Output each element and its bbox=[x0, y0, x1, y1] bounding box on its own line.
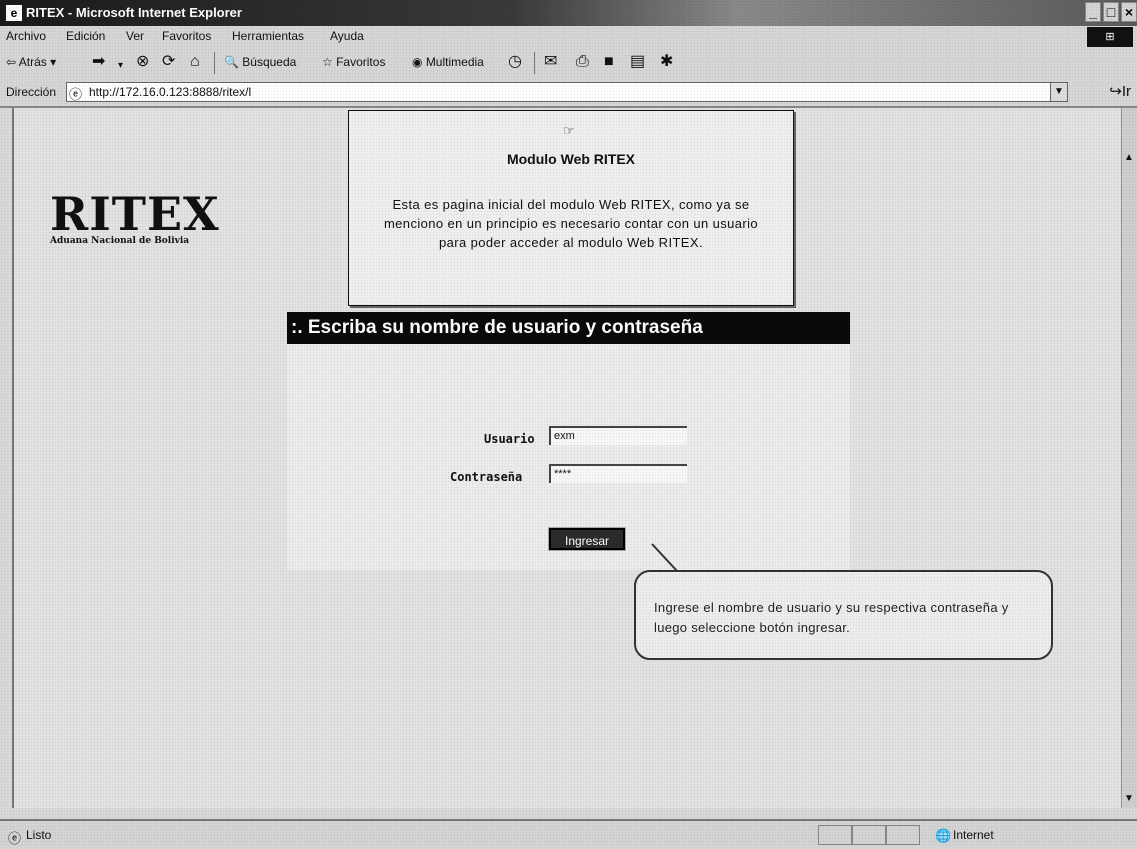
tooltip-title: Modulo Web RITEX bbox=[506, 151, 636, 167]
internet-zone-icon: 🌐 bbox=[935, 828, 952, 843]
toolbar-separator bbox=[214, 52, 215, 74]
messenger-icon[interactable]: ✱ bbox=[660, 53, 673, 71]
password-label: Contraseña bbox=[450, 470, 523, 484]
windows-logo-icon: ⊞ bbox=[1087, 27, 1133, 47]
ie-window-icon[interactable]: e bbox=[6, 5, 22, 21]
login-submit-button[interactable]: Ingresar bbox=[548, 527, 626, 551]
close-button[interactable]: × bbox=[1121, 2, 1137, 22]
password-input[interactable]: **** bbox=[549, 464, 687, 483]
page-icon: ⓔ bbox=[69, 87, 83, 102]
vertical-scrollbar[interactable]: ▲ ▼ bbox=[1121, 108, 1137, 808]
window-controls: _ □ × bbox=[1085, 2, 1137, 24]
ritex-logo: RITEX Aduana Nacional de Bolivia bbox=[50, 190, 220, 246]
tooltip-body: Esta es pagina inicial del modulo Web RI… bbox=[383, 197, 759, 250]
history-icon[interactable]: ◷ bbox=[508, 53, 522, 71]
refresh-icon[interactable]: ⟳ bbox=[162, 53, 175, 71]
favorites-button[interactable]: ☆ Favoritos bbox=[322, 55, 385, 69]
title-bar: e RITEX - Microsoft Internet Explorer _ … bbox=[0, 0, 1137, 26]
address-bar: Dirección ⓔ http://172.16.0.123:8888/rit… bbox=[0, 78, 1137, 108]
search-label: Búsqueda bbox=[242, 55, 297, 69]
address-input[interactable]: ⓔ http://172.16.0.123:8888/ritex/l ▼ bbox=[66, 82, 1068, 102]
security-zone: Internet bbox=[953, 828, 994, 842]
home-icon[interactable]: ⌂ bbox=[190, 53, 200, 71]
status-text: Listo bbox=[26, 828, 52, 842]
address-label: Dirección bbox=[6, 85, 57, 99]
menu-favoritos[interactable]: Favoritos bbox=[162, 29, 211, 43]
page-status-icon: ⓔ bbox=[8, 831, 22, 846]
menu-bar: Archivo Edición Ver Favoritos Herramient… bbox=[0, 26, 1137, 49]
user-label: Usuario bbox=[484, 432, 535, 446]
go-button[interactable]: ↪Ir bbox=[1109, 82, 1131, 100]
status-panel bbox=[886, 825, 920, 845]
print-icon[interactable]: ⎙ bbox=[576, 53, 589, 71]
back-button[interactable]: ⇦ Atrás ▾ bbox=[6, 55, 56, 69]
media-button[interactable]: ◉ Multimedia bbox=[412, 55, 484, 69]
search-button[interactable]: 🔍 Búsqueda bbox=[224, 55, 296, 69]
status-bar: ⓔ Listo 🌐 Internet bbox=[0, 819, 1137, 849]
callout-text: Ingrese el nombre de usuario y su respec… bbox=[654, 600, 1009, 635]
info-tooltip: ☞ Modulo Web RITEX Esta es pagina inicia… bbox=[348, 110, 794, 306]
username-input[interactable]: exm bbox=[549, 426, 687, 445]
menu-ayuda[interactable]: Ayuda bbox=[330, 29, 364, 43]
pointer-icon: ☞ bbox=[563, 123, 575, 138]
edit-icon[interactable]: ■ bbox=[604, 53, 614, 71]
window-title: RITEX - Microsoft Internet Explorer bbox=[26, 5, 242, 20]
menu-ver[interactable]: Ver bbox=[126, 29, 144, 43]
toolbar-separator bbox=[534, 52, 535, 74]
status-panel bbox=[852, 825, 886, 845]
address-dropdown-icon[interactable]: ▼ bbox=[1050, 82, 1068, 102]
scroll-down-icon[interactable]: ▼ bbox=[1124, 793, 1134, 804]
instruction-callout: Ingrese el nombre de usuario y su respec… bbox=[634, 570, 1053, 660]
logo-title: RITEX bbox=[50, 187, 220, 241]
scroll-up-icon[interactable]: ▲ bbox=[1124, 152, 1134, 163]
menu-archivo[interactable]: Archivo bbox=[6, 29, 46, 43]
standard-toolbar: ⇦ Atrás ▾ ➡ ▾ ⊗ ⟳ ⌂ 🔍 Búsqueda ☆ Favorit… bbox=[0, 48, 1137, 79]
media-label: Multimedia bbox=[425, 55, 484, 69]
menu-edicion[interactable]: Edición bbox=[66, 29, 105, 43]
go-label: Ir bbox=[1121, 83, 1131, 100]
menu-herramientas[interactable]: Herramientas bbox=[232, 29, 304, 43]
minimize-button[interactable]: _ bbox=[1085, 2, 1101, 22]
mail-icon[interactable]: ✉ bbox=[544, 53, 557, 71]
discuss-icon[interactable]: ▤ bbox=[630, 53, 645, 71]
forward-dropdown-icon[interactable]: ▾ bbox=[118, 57, 123, 75]
address-url: http://172.16.0.123:8888/ritex/l bbox=[89, 85, 252, 99]
forward-icon[interactable]: ➡ bbox=[92, 53, 105, 71]
maximize-button[interactable]: □ bbox=[1103, 2, 1119, 22]
favorites-label: Favoritos bbox=[336, 55, 386, 69]
stop-icon[interactable]: ⊗ bbox=[136, 53, 149, 71]
status-panel bbox=[818, 825, 852, 845]
back-label: Atrás bbox=[18, 55, 47, 69]
login-header: :. Escriba su nombre de usuario y contra… bbox=[287, 312, 850, 344]
